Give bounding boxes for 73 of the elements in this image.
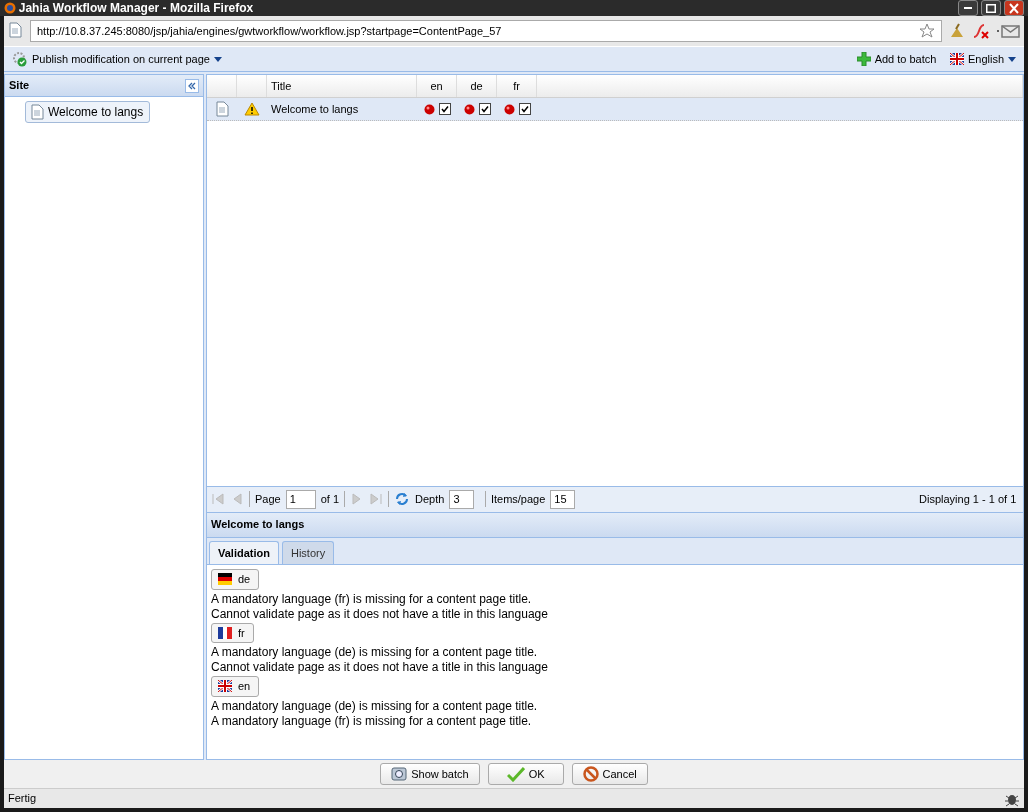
depth-label: Depth — [415, 491, 445, 507]
validation-message: A mandatory language (fr) is missing for a content page title. — [211, 591, 533, 607]
window-title: Jahia Workflow Manager - Mozilla Firefox — [18, 0, 255, 17]
add-to-batch-button[interactable]: Add to batch — [854, 50, 939, 68]
caret-icon — [1008, 56, 1016, 62]
paging-summary: Displaying 1 - 1 of 1 — [919, 491, 1017, 507]
status-dot-icon — [503, 103, 515, 115]
items-per-page-field[interactable]: 15 — [550, 489, 576, 509]
batch-icon — [391, 766, 408, 782]
dialog-button[interactable]: OK — [487, 763, 564, 785]
validation-message: A mandatory language (de) is missing for a content page title. — [211, 698, 539, 714]
panel-title: Site — [9, 78, 30, 94]
page-icon — [215, 101, 229, 117]
items-per-page-label: Items/page — [490, 491, 546, 507]
plus-icon — [856, 52, 871, 66]
checkbox[interactable] — [478, 103, 491, 115]
flag-icon — [218, 626, 232, 639]
double-chevron-icon — [185, 78, 199, 93]
tab[interactable]: History — [281, 540, 335, 564]
row-title: Welcome to langs — [271, 101, 359, 117]
flag-icon — [949, 53, 964, 65]
broom-icon[interactable] — [948, 23, 966, 39]
publish-menu[interactable]: Publish modification on current page — [10, 50, 224, 68]
page-count: of 1 — [320, 491, 340, 507]
status-dot-icon — [463, 103, 475, 115]
minimize-button[interactable] — [958, 0, 978, 16]
validation-message: Cannot validate page as it does not have a title in this language — [211, 660, 549, 675]
gear-check-icon — [12, 51, 28, 67]
depth-field[interactable]: 3 — [449, 489, 475, 509]
maximize-icon — [986, 3, 996, 13]
status-dot-icon — [423, 103, 435, 115]
minimize-icon — [964, 7, 972, 9]
language-button[interactable]: de — [211, 569, 260, 590]
detail-title: Welcome to langs — [211, 517, 305, 533]
grid-row[interactable]: Welcome to langs — [207, 98, 1023, 121]
dialog-button[interactable]: Show batch — [380, 763, 480, 785]
first-page-icon — [211, 492, 225, 506]
tab[interactable]: Validation — [209, 540, 279, 564]
flag-icon — [218, 573, 232, 586]
validation-message: A mandatory language (fr) is missing for a content page title. — [211, 713, 533, 729]
page-icon — [30, 104, 44, 120]
language-menu[interactable]: English — [947, 50, 1018, 68]
mail-icon[interactable] — [996, 24, 1020, 38]
column-header: en — [430, 78, 443, 94]
column-header: de — [470, 78, 483, 94]
firefox-icon — [4, 2, 16, 14]
column-header: fr — [513, 78, 520, 94]
page-icon — [8, 22, 24, 40]
check-icon — [506, 766, 525, 782]
validation-message: Cannot validate page as it does not have a title in this language — [211, 606, 549, 622]
last-page-icon — [369, 492, 384, 506]
validation-message: A mandatory language (de) is missing for a content page title. — [211, 645, 539, 660]
dialog-button[interactable]: Cancel — [571, 763, 648, 785]
close-button[interactable] — [1004, 0, 1024, 16]
status-text: Fertig — [8, 791, 37, 807]
cancel-icon — [582, 766, 599, 782]
address-field[interactable]: http://10.8.37.245:8080/jsp/jahia/engines/gwtworkflow/workflow.jsp?startpage=ContentPage_57 — [30, 20, 942, 42]
language-button[interactable]: en — [211, 676, 260, 697]
collapse-button[interactable] — [185, 78, 199, 93]
close-icon — [1009, 2, 1019, 14]
tree-item[interactable]: Welcome to langs — [25, 101, 151, 123]
checkbox[interactable] — [438, 103, 451, 115]
column-header: Title — [271, 78, 292, 94]
maximize-button[interactable] — [981, 0, 1001, 16]
flag-icon — [218, 680, 232, 693]
star-icon[interactable] — [919, 23, 935, 39]
checkbox[interactable] — [518, 103, 531, 115]
refresh-icon[interactable] — [394, 491, 411, 507]
language-button[interactable]: fr — [211, 622, 254, 643]
page-field[interactable]: 1 — [285, 489, 316, 509]
page-label: Page — [255, 491, 281, 507]
flash-icon[interactable] — [972, 23, 990, 39]
caret-icon — [213, 56, 222, 62]
